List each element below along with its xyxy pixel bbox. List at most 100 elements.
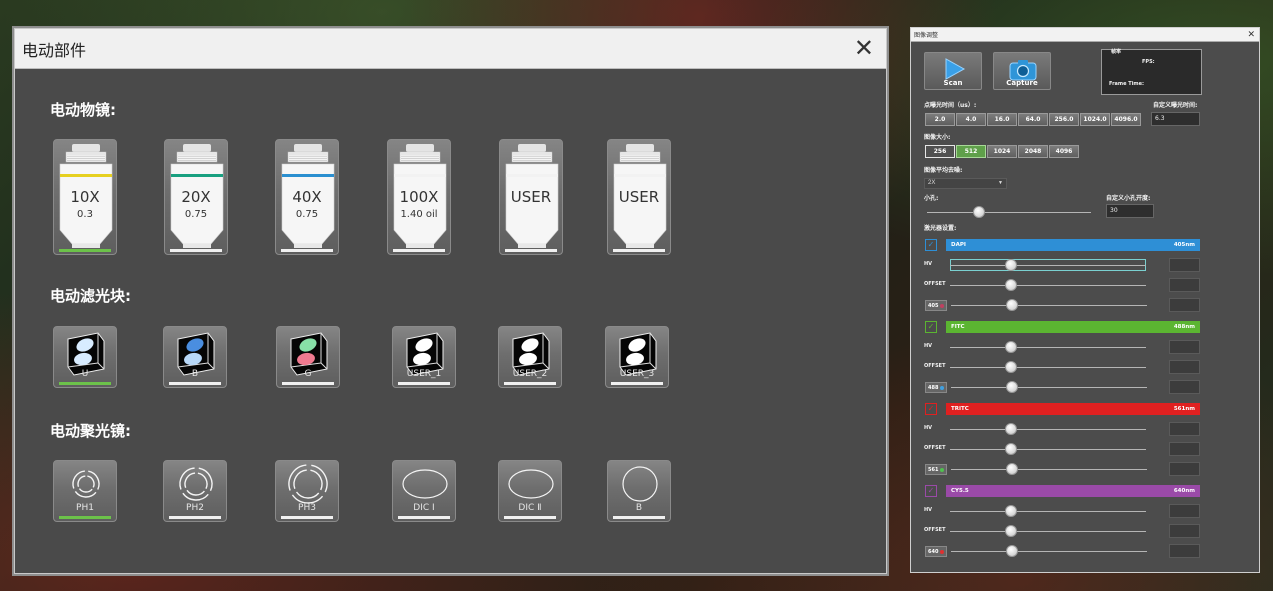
laser-power-value-field[interactable] [1169, 380, 1200, 394]
hv-value-field[interactable] [1169, 258, 1200, 272]
laser-power-slider-knob[interactable] [1005, 299, 1018, 311]
filter-label: U [81, 369, 89, 379]
laser-line-select[interactable]: 561 [925, 464, 947, 475]
hv-value-field[interactable] [1169, 422, 1200, 436]
condenser-button[interactable]: PH1 [53, 460, 117, 522]
average-select[interactable]: 2X ▼ [924, 178, 1007, 189]
image-size-option-button[interactable]: 512 [956, 145, 986, 158]
laser-line-select[interactable]: 640 [925, 546, 947, 557]
average-label: 图像平均去噪: [924, 167, 963, 174]
laser-power-slider-track[interactable] [951, 305, 1147, 306]
filter-cube-button[interactable]: G [276, 326, 340, 388]
selection-indicator [398, 382, 450, 385]
objective-button[interactable]: 20X 0.75 [164, 139, 228, 255]
image-size-option-button[interactable]: 4096 [1049, 145, 1079, 158]
laser-power-value-field[interactable] [1169, 462, 1200, 476]
channel-enable-checkbox[interactable]: ✓ [925, 321, 937, 333]
image-size-option-button[interactable]: 256 [925, 145, 955, 158]
offset-slider-track[interactable] [950, 449, 1146, 450]
offset-value-field[interactable] [1169, 524, 1200, 538]
fps-group: 帧率 FPS: Frame Time: [1101, 49, 1202, 95]
offset-slider-knob[interactable] [1004, 279, 1017, 291]
filter-cube-button[interactable]: USER_1 [392, 326, 456, 388]
hv-slider-knob[interactable] [1004, 423, 1017, 435]
objective-na: 0.3 [77, 209, 93, 220]
condenser-button[interactable]: PH2 [163, 460, 227, 522]
close-icon[interactable]: ✕ [850, 36, 878, 61]
hv-slider-knob[interactable] [1004, 505, 1017, 517]
check-icon: ✓ [927, 322, 935, 331]
offset-slider-track[interactable] [950, 531, 1146, 532]
filter-label: B [191, 369, 199, 379]
custom-dwell-field[interactable]: 6.3 [1151, 112, 1200, 126]
pinhole-slider-track[interactable] [927, 212, 1091, 213]
laser-power-slider-knob[interactable] [1005, 463, 1018, 475]
objective-button[interactable]: USER [607, 139, 671, 255]
hv-slider-track[interactable] [950, 265, 1146, 266]
condenser-button[interactable]: PH3 [275, 460, 339, 522]
hv-slider-track[interactable] [950, 347, 1146, 348]
image-size-option-button[interactable]: 1024 [987, 145, 1017, 158]
filter-cube-button[interactable]: USER_2 [498, 326, 562, 388]
laser-power-value-field[interactable] [1169, 298, 1200, 312]
hv-value-field[interactable] [1169, 504, 1200, 518]
hv-slider-track[interactable] [950, 511, 1146, 512]
channel-enable-checkbox[interactable]: ✓ [925, 239, 937, 251]
filter-cube-button[interactable]: U [53, 326, 117, 388]
hv-slider-track[interactable] [950, 429, 1146, 430]
laser-power-slider-track[interactable] [951, 387, 1147, 388]
pinhole-slider-knob[interactable] [973, 206, 986, 218]
objective-button[interactable]: 40X 0.75 [275, 139, 339, 255]
offset-value-field[interactable] [1169, 278, 1200, 292]
dwell-option-button[interactable]: 4096.0 [1111, 113, 1141, 126]
condenser-button[interactable]: B [607, 460, 671, 522]
laser-power-slider-knob[interactable] [1005, 381, 1018, 393]
objective-section-title: 电动物镜: [50, 101, 116, 119]
channel-enable-checkbox[interactable]: ✓ [925, 485, 937, 497]
laser-line-select[interactable]: 488 [925, 382, 947, 393]
offset-slider-track[interactable] [950, 285, 1146, 286]
condenser-label: PH3 [298, 503, 316, 513]
laser-line-value: 488 [928, 384, 939, 391]
laser-power-slider-knob[interactable] [1005, 545, 1018, 557]
dwell-option-button[interactable]: 2.0 [925, 113, 955, 126]
condenser-label: PH1 [76, 503, 94, 513]
offset-slider-knob[interactable] [1004, 361, 1017, 373]
pinhole-field[interactable]: 30 [1106, 204, 1154, 218]
laser-power-slider-track[interactable] [951, 551, 1147, 552]
offset-slider-knob[interactable] [1004, 443, 1017, 455]
image-size-option-button[interactable]: 2048 [1018, 145, 1048, 158]
filter-cube-button[interactable]: B [163, 326, 227, 388]
offset-value-field[interactable] [1169, 442, 1200, 456]
dwell-option-button[interactable]: 4.0 [956, 113, 986, 126]
condenser-button[interactable]: DIC Ⅰ [392, 460, 456, 522]
capture-button[interactable]: Capture [993, 52, 1051, 90]
scan-button[interactable]: Scan [924, 52, 982, 90]
hv-slider-knob[interactable] [1004, 259, 1017, 271]
condenser-button[interactable]: DIC Ⅱ [498, 460, 562, 522]
offset-value-field[interactable] [1169, 360, 1200, 374]
laser-power-value-field[interactable] [1169, 544, 1200, 558]
objective-na: 1.40 oil [400, 209, 438, 220]
dwell-option-button[interactable]: 256.0 [1049, 113, 1079, 126]
dwell-option-button[interactable]: 64.0 [1018, 113, 1048, 126]
offset-slider-track[interactable] [950, 367, 1146, 368]
offset-slider-knob[interactable] [1004, 525, 1017, 537]
image-window-titlebar: 图像调整 ✕ [911, 28, 1259, 42]
selection-indicator [505, 249, 557, 252]
channel-enable-checkbox[interactable]: ✓ [925, 403, 937, 415]
offset-label: OFFSET [924, 281, 946, 287]
dwell-option-button[interactable]: 1024.0 [1080, 113, 1110, 126]
laser-line-select[interactable]: 405 [925, 300, 947, 311]
close-icon[interactable]: ✕ [1247, 29, 1255, 40]
hv-slider-knob[interactable] [1004, 341, 1017, 353]
image-size-label: 图像大小: [924, 134, 951, 141]
objective-button[interactable]: 10X 0.3 [53, 139, 117, 255]
filter-cube-button[interactable]: USER_3 [605, 326, 669, 388]
objective-button[interactable]: 100X 1.40 oil [387, 139, 451, 255]
objective-button[interactable]: USER [499, 139, 563, 255]
laser-power-slider-track[interactable] [951, 469, 1147, 470]
motor-window-title: 电动部件 [22, 40, 87, 60]
dwell-option-button[interactable]: 16.0 [987, 113, 1017, 126]
hv-value-field[interactable] [1169, 340, 1200, 354]
